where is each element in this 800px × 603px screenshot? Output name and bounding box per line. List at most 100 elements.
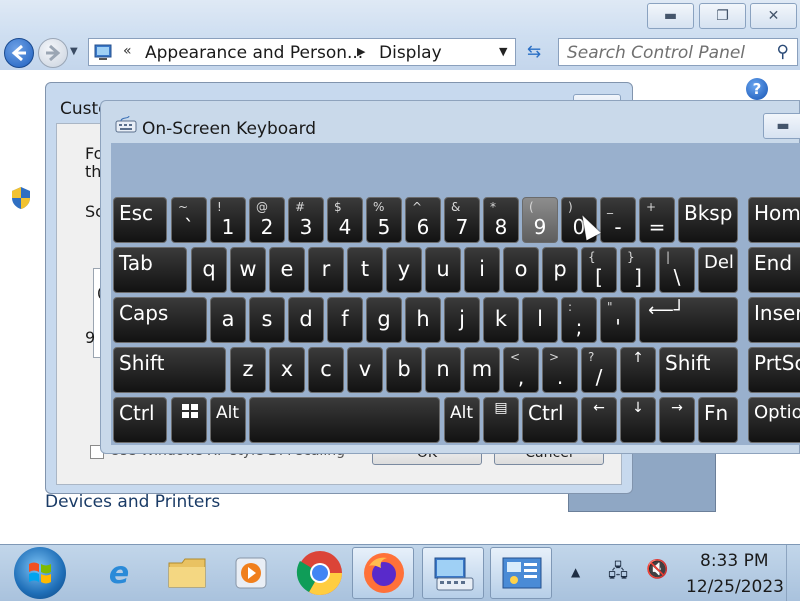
show-hidden-icons-button[interactable]: ▲: [571, 565, 580, 579]
key-context-menu[interactable]: ▤: [483, 397, 519, 443]
address-dropdown-icon[interactable]: ▼: [499, 45, 507, 58]
address-bar[interactable]: « Appearance and Person... ▶ Display ▼: [88, 38, 516, 66]
key-d[interactable]: d: [288, 297, 324, 343]
start-button[interactable]: [14, 547, 66, 599]
key-2[interactable]: @2: [249, 197, 285, 243]
key-x[interactable]: x: [269, 347, 305, 393]
key-end[interactable]: End: [748, 247, 800, 293]
clock-time[interactable]: 8:33 PM: [700, 551, 769, 571]
key-alt-left[interactable]: Alt: [210, 397, 246, 443]
recent-pages-dropdown-icon[interactable]: ▼: [70, 46, 84, 60]
key-z[interactable]: z: [230, 347, 266, 393]
taskbar-file-explorer[interactable]: [155, 547, 217, 599]
search-input[interactable]: Search Control Panel ⚲: [558, 38, 798, 66]
key-f[interactable]: f: [327, 297, 363, 343]
key-space[interactable]: [249, 397, 440, 443]
key-o[interactable]: o: [503, 247, 539, 293]
volume-muted-icon[interactable]: 🔇: [646, 559, 668, 580]
taskbar-media-player[interactable]: [220, 547, 282, 599]
clock-date[interactable]: 12/25/2023: [686, 577, 784, 597]
address-separator-arrow-icon[interactable]: ▶: [357, 45, 365, 58]
key-b[interactable]: b: [386, 347, 422, 393]
refresh-button[interactable]: ⇆: [518, 38, 550, 66]
key-w[interactable]: w: [230, 247, 266, 293]
key-quote[interactable]: " ': [600, 297, 636, 343]
key-a[interactable]: a: [210, 297, 246, 343]
key-4[interactable]: $4: [327, 197, 363, 243]
key-caps-lock[interactable]: Caps: [113, 297, 207, 343]
key-3[interactable]: #3: [288, 197, 324, 243]
key-r[interactable]: r: [308, 247, 344, 293]
taskbar-control-panel[interactable]: [490, 547, 552, 599]
key-6[interactable]: ^ 6: [405, 197, 441, 243]
key-9[interactable]: (9: [522, 197, 558, 243]
key-fn[interactable]: Fn: [698, 397, 738, 443]
osk-minimize-button[interactable]: ▬: [763, 113, 800, 139]
key-backslash[interactable]: | \: [659, 247, 695, 293]
key-tab[interactable]: Tab: [113, 247, 187, 293]
key-up-arrow[interactable]: ↑: [620, 347, 656, 393]
key-n[interactable]: n: [425, 347, 461, 393]
key-e[interactable]: e: [269, 247, 305, 293]
key-right-bracket[interactable]: }]: [620, 247, 656, 293]
key-i[interactable]: i: [464, 247, 500, 293]
taskbar-internet-explorer[interactable]: e: [88, 547, 150, 599]
key-slash[interactable]: ? /: [581, 347, 617, 393]
key-enter[interactable]: ⟵┘: [639, 297, 738, 343]
key-ctrl-right[interactable]: Ctrl: [522, 397, 578, 443]
osk-titlebar[interactable]: On-Screen Keyboard ▬: [101, 101, 800, 143]
key-right-arrow[interactable]: →: [659, 397, 695, 443]
key-home[interactable]: Home: [748, 197, 800, 243]
key-q[interactable]: q: [191, 247, 227, 293]
key-semicolon[interactable]: :;: [561, 297, 597, 343]
key-windows[interactable]: [171, 397, 207, 443]
key-g[interactable]: g: [366, 297, 402, 343]
key-shift-right[interactable]: Shift: [659, 347, 738, 393]
key-period[interactable]: >.: [542, 347, 578, 393]
taskbar-on-screen-keyboard[interactable]: [422, 547, 484, 599]
key-p[interactable]: p: [542, 247, 578, 293]
key-c[interactable]: c: [308, 347, 344, 393]
key-y[interactable]: y: [386, 247, 422, 293]
devices-and-printers-link[interactable]: Devices and Printers: [45, 492, 220, 512]
network-icon[interactable]: 🖧: [608, 559, 628, 589]
key-l[interactable]: l: [522, 297, 558, 343]
key-esc[interactable]: Esc: [113, 197, 167, 243]
key-u[interactable]: u: [425, 247, 461, 293]
key-delete[interactable]: Del: [698, 247, 738, 293]
key-1[interactable]: ! 1: [210, 197, 246, 243]
key-8[interactable]: * 8: [483, 197, 519, 243]
key-options[interactable]: Options: [748, 397, 800, 443]
key-backtick[interactable]: ~ `: [171, 197, 207, 243]
key-ctrl-left[interactable]: Ctrl: [113, 397, 167, 443]
back-button[interactable]: [4, 38, 34, 68]
minimize-button[interactable]: ▬: [647, 3, 694, 29]
key-s[interactable]: s: [249, 297, 285, 343]
key-left-bracket[interactable]: {[: [581, 247, 617, 293]
key-print-screen[interactable]: PrtScn: [748, 347, 800, 393]
key-j[interactable]: j: [444, 297, 480, 343]
key-left-arrow[interactable]: ←: [581, 397, 617, 443]
key-k[interactable]: k: [483, 297, 519, 343]
key-t[interactable]: t: [347, 247, 383, 293]
close-button[interactable]: ✕: [750, 3, 797, 29]
key-down-arrow[interactable]: ↓: [620, 397, 656, 443]
key-h[interactable]: h: [405, 297, 441, 343]
key-equals[interactable]: + =: [639, 197, 675, 243]
address-segment-display[interactable]: Display: [379, 43, 442, 63]
taskbar-chrome[interactable]: [288, 547, 350, 599]
address-overflow[interactable]: «: [123, 43, 132, 59]
address-segment-appearance[interactable]: Appearance and Person...: [145, 43, 363, 63]
show-desktop-button[interactable]: [786, 545, 800, 601]
restore-button[interactable]: ❐: [699, 3, 746, 29]
key-minus[interactable]: _ -: [600, 197, 636, 243]
forward-button[interactable]: [38, 38, 68, 68]
key-5[interactable]: % 5: [366, 197, 402, 243]
taskbar-firefox[interactable]: [352, 547, 414, 599]
key-7[interactable]: & 7: [444, 197, 480, 243]
key-shift-left[interactable]: Shift: [113, 347, 226, 393]
help-icon[interactable]: ?: [746, 78, 768, 100]
key-insert[interactable]: Insert: [748, 297, 800, 343]
search-icon[interactable]: ⚲: [777, 42, 789, 62]
key-v[interactable]: v: [347, 347, 383, 393]
